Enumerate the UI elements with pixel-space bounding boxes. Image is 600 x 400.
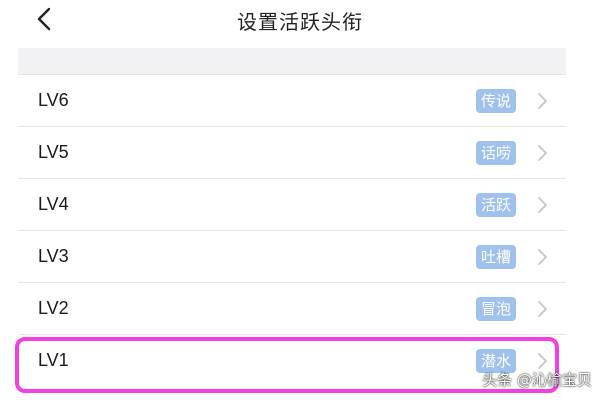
watermark: 头条 @沁榆宝贝	[482, 371, 592, 389]
level-row-lv5[interactable]: LV5 话唠	[18, 126, 566, 178]
level-row-lv6[interactable]: LV6 传说	[18, 74, 566, 126]
chevron-right-icon	[536, 92, 548, 110]
level-row-lv3[interactable]: LV3 吐槽	[18, 230, 566, 282]
nav-bar: 设置活跃头衔	[0, 0, 600, 48]
level-row-lv4[interactable]: LV4 活跃	[18, 178, 566, 230]
title-badge: 活跃	[475, 193, 516, 217]
section-divider	[18, 48, 566, 74]
title-badge: 吐槽	[475, 245, 516, 269]
level-label: LV4	[38, 194, 69, 214]
title-badge: 冒泡	[475, 297, 516, 321]
level-label: LV3	[38, 246, 69, 266]
level-label: LV6	[38, 90, 69, 110]
chevron-right-icon	[536, 300, 548, 318]
page-title: 设置活跃头衔	[237, 10, 363, 34]
title-badge: 传说	[475, 89, 516, 113]
chevron-right-icon	[536, 196, 548, 214]
chevron-right-icon	[536, 248, 548, 266]
level-label: LV2	[38, 298, 69, 318]
level-label: LV5	[38, 142, 69, 162]
level-label: LV1	[38, 350, 69, 370]
chevron-right-icon	[536, 144, 548, 162]
settings-page: 设置活跃头衔 LV6 传说 LV5 话唠 LV4 活跃 LV3 吐槽 LV2 冒…	[0, 0, 600, 400]
level-row-lv2[interactable]: LV2 冒泡	[18, 282, 566, 334]
level-list: LV6 传说 LV5 话唠 LV4 活跃 LV3 吐槽 LV2 冒泡 LV1 潜…	[18, 74, 566, 386]
title-badge: 话唠	[475, 141, 516, 165]
chevron-right-icon	[536, 352, 548, 370]
